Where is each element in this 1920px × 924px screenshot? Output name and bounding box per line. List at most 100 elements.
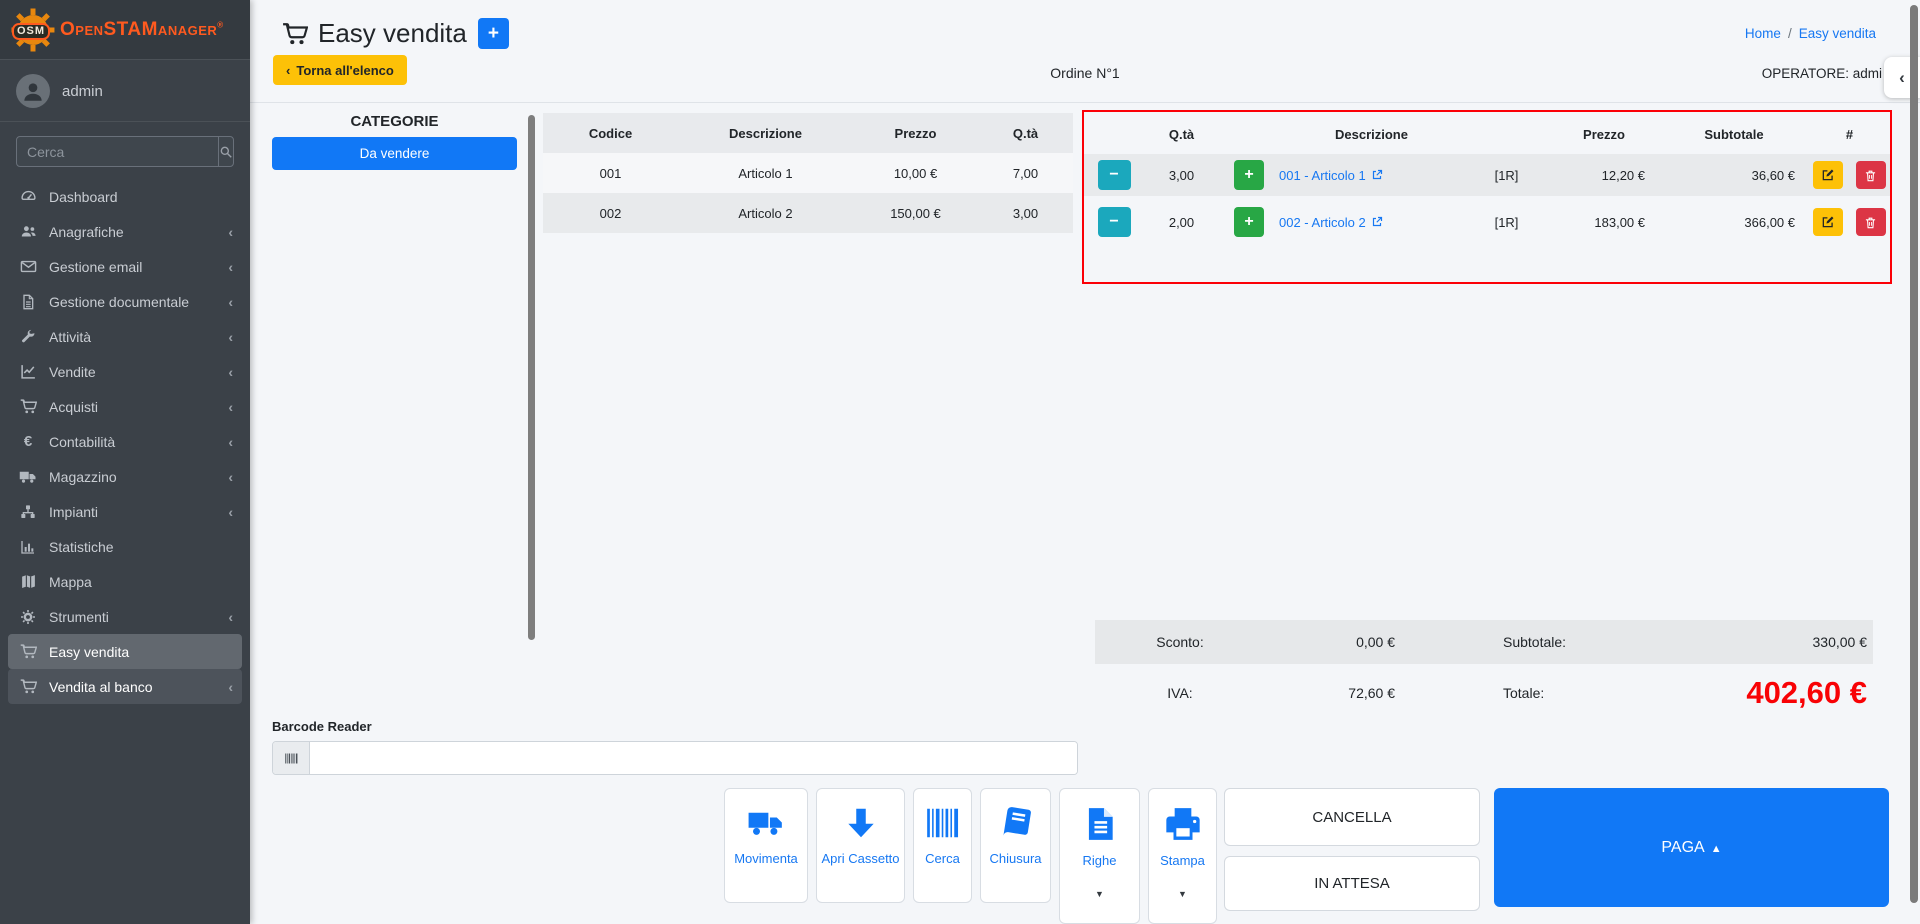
product-row[interactable]: 001 Articolo 1 10,00 € 7,00 — [543, 153, 1073, 193]
action-cards: Movimenta Apri Cassetto Cerca Chiusura R… — [724, 788, 1217, 924]
page-title: Easy vendita — [282, 18, 467, 49]
chevron-left-icon: ‹ — [228, 399, 233, 415]
grand-total-value: 402,60 € — [1610, 675, 1873, 711]
category-button-da-vendere[interactable]: Da vendere — [272, 137, 517, 170]
movimenta-button[interactable]: Movimenta — [724, 788, 808, 903]
euro-icon: € — [17, 433, 39, 450]
barcode-icon — [923, 804, 963, 842]
sidebar-item-magazzino[interactable]: Magazzino ‹ — [8, 459, 242, 494]
cart-panel: Q.tà Descrizione Prezzo Subtotale # − 3,… — [1082, 110, 1892, 284]
external-link-icon — [1371, 216, 1383, 228]
delete-row-button[interactable] — [1856, 161, 1886, 189]
file-lines-icon — [1081, 804, 1119, 844]
subtotal-value: 330,00 € — [1610, 634, 1873, 650]
sidebar-nav: Dashboard Anagrafiche ‹ Gestione email ‹… — [0, 173, 250, 710]
sitemap-icon — [17, 504, 39, 520]
sidebar-item-anagrafiche[interactable]: Anagrafiche ‹ — [8, 214, 242, 249]
brand-osm-text: OSM — [12, 23, 50, 40]
apri-cassetto-button[interactable]: Apri Cassetto — [816, 788, 905, 903]
sidebar-item-contabilita[interactable]: € Contabilità ‹ — [8, 424, 242, 459]
search-icon[interactable] — [218, 137, 233, 166]
cart-item-link[interactable]: 001 - Articolo 1 — [1279, 168, 1464, 183]
bar-chart-icon — [17, 539, 39, 555]
arrow-down-icon — [842, 804, 880, 842]
increase-qty-button[interactable]: + — [1234, 160, 1264, 190]
printer-icon — [1163, 804, 1203, 844]
edit-row-button[interactable] — [1813, 208, 1843, 236]
sidebar-item-statistiche[interactable]: Statistiche — [8, 529, 242, 564]
cart-row: − 2,00 + 002 - Articolo 2 [1R] 183,00 € … — [1084, 201, 1890, 243]
chiusura-button[interactable]: Chiusura — [980, 788, 1051, 903]
users-icon — [17, 223, 39, 240]
search-input[interactable] — [17, 137, 218, 166]
decrease-qty-button[interactable]: − — [1098, 207, 1131, 237]
truck-icon — [17, 468, 39, 486]
avatar — [16, 74, 50, 108]
edit-row-button[interactable] — [1813, 161, 1843, 189]
caret-down-icon: ▼ — [1178, 889, 1187, 899]
delete-row-button[interactable] — [1856, 208, 1886, 236]
sidebar-item-impianti[interactable]: Impianti ‹ — [8, 494, 242, 529]
map-icon — [17, 573, 39, 590]
sidebar-item-gestione-documentale[interactable]: Gestione documentale ‹ — [8, 284, 242, 319]
cerca-button[interactable]: Cerca — [913, 788, 972, 903]
operator-label: OPERATORE: admi — [1762, 66, 1882, 81]
sidebar-item-mappa[interactable]: Mappa — [8, 564, 242, 599]
sidebar-item-gestione-email[interactable]: Gestione email ‹ — [8, 249, 242, 284]
breadcrumb-current-link[interactable]: Easy vendita — [1799, 26, 1876, 41]
tax-value: 72,60 € — [1265, 685, 1395, 701]
brand-logo[interactable]: OSM OpenSTAManager® — [0, 0, 250, 60]
main-content: Easy vendita + ‹ Torna all'elenco Home /… — [250, 0, 1920, 924]
barcode-input-group — [272, 741, 1078, 775]
righe-dropdown-button[interactable]: Righe ▼ — [1059, 788, 1140, 924]
decrease-qty-button[interactable]: − — [1098, 160, 1131, 190]
hold-button[interactable]: IN ATTESA — [1224, 856, 1480, 911]
totals-panel: Sconto: 0,00 € Subtotale: 330,00 € IVA: … — [1095, 620, 1873, 722]
product-row[interactable]: 002 Articolo 2 150,00 € 3,00 — [543, 193, 1073, 233]
cart-icon — [282, 21, 308, 47]
sidebar-item-easy-vendita[interactable]: Easy vendita — [8, 634, 242, 669]
chevron-left-icon: ‹ — [228, 294, 233, 310]
subtotal-label: Subtotale: — [1395, 634, 1610, 650]
user-panel[interactable]: admin — [0, 60, 250, 122]
increase-qty-button[interactable]: + — [1234, 207, 1264, 237]
stampa-dropdown-button[interactable]: Stampa ▼ — [1148, 788, 1217, 924]
cart-icon — [17, 678, 39, 695]
sidebar-search — [16, 136, 234, 167]
sidebar-item-dashboard[interactable]: Dashboard — [8, 179, 242, 214]
sidebar-item-vendite[interactable]: Vendite ‹ — [8, 354, 242, 389]
caret-down-icon: ▼ — [1095, 889, 1104, 899]
external-link-icon — [1371, 169, 1383, 181]
barcode-icon — [273, 742, 310, 774]
truck-icon — [744, 804, 788, 842]
cancel-button[interactable]: CANCELLA — [1224, 788, 1480, 846]
breadcrumb-home-link[interactable]: Home — [1745, 26, 1781, 41]
discount-label: Sconto: — [1095, 634, 1265, 650]
discount-value: 0,00 € — [1265, 634, 1395, 650]
caret-up-icon: ▲ — [1711, 843, 1722, 855]
chart-line-icon — [17, 363, 39, 380]
brand-name: OpenSTAManager® — [60, 19, 224, 41]
chevron-left-icon: ‹ — [228, 434, 233, 450]
categories-scrollbar[interactable] — [528, 115, 535, 640]
sidebar-item-acquisti[interactable]: Acquisti ‹ — [8, 389, 242, 424]
breadcrumb: Home / Easy vendita — [1745, 26, 1876, 41]
book-icon — [996, 804, 1036, 842]
user-name: admin — [62, 83, 103, 100]
chevron-left-icon: ‹ — [228, 364, 233, 380]
barcode-label: Barcode Reader — [272, 719, 372, 734]
sidebar-item-strumenti[interactable]: Strumenti ‹ — [8, 599, 242, 634]
sidebar-item-attivita[interactable]: Attività ‹ — [8, 319, 242, 354]
sidebar-item-vendita-al-banco[interactable]: Vendita al banco ‹ — [8, 669, 242, 704]
pay-button[interactable]: PAGA▲ — [1494, 788, 1889, 907]
cart-item-link[interactable]: 002 - Articolo 2 — [1279, 215, 1464, 230]
page-scrollbar[interactable] — [1910, 5, 1918, 903]
tachometer-icon — [17, 188, 39, 205]
chevron-left-icon: ‹ — [228, 504, 233, 520]
barcode-input[interactable] — [310, 742, 1077, 774]
wrench-icon — [17, 329, 39, 345]
sidebar: OSM OpenSTAManager® admin Dashboard Anag… — [0, 0, 250, 924]
add-order-button[interactable]: + — [478, 18, 509, 49]
envelope-icon — [17, 258, 39, 275]
order-number: Ordine N°1 — [250, 65, 1920, 81]
